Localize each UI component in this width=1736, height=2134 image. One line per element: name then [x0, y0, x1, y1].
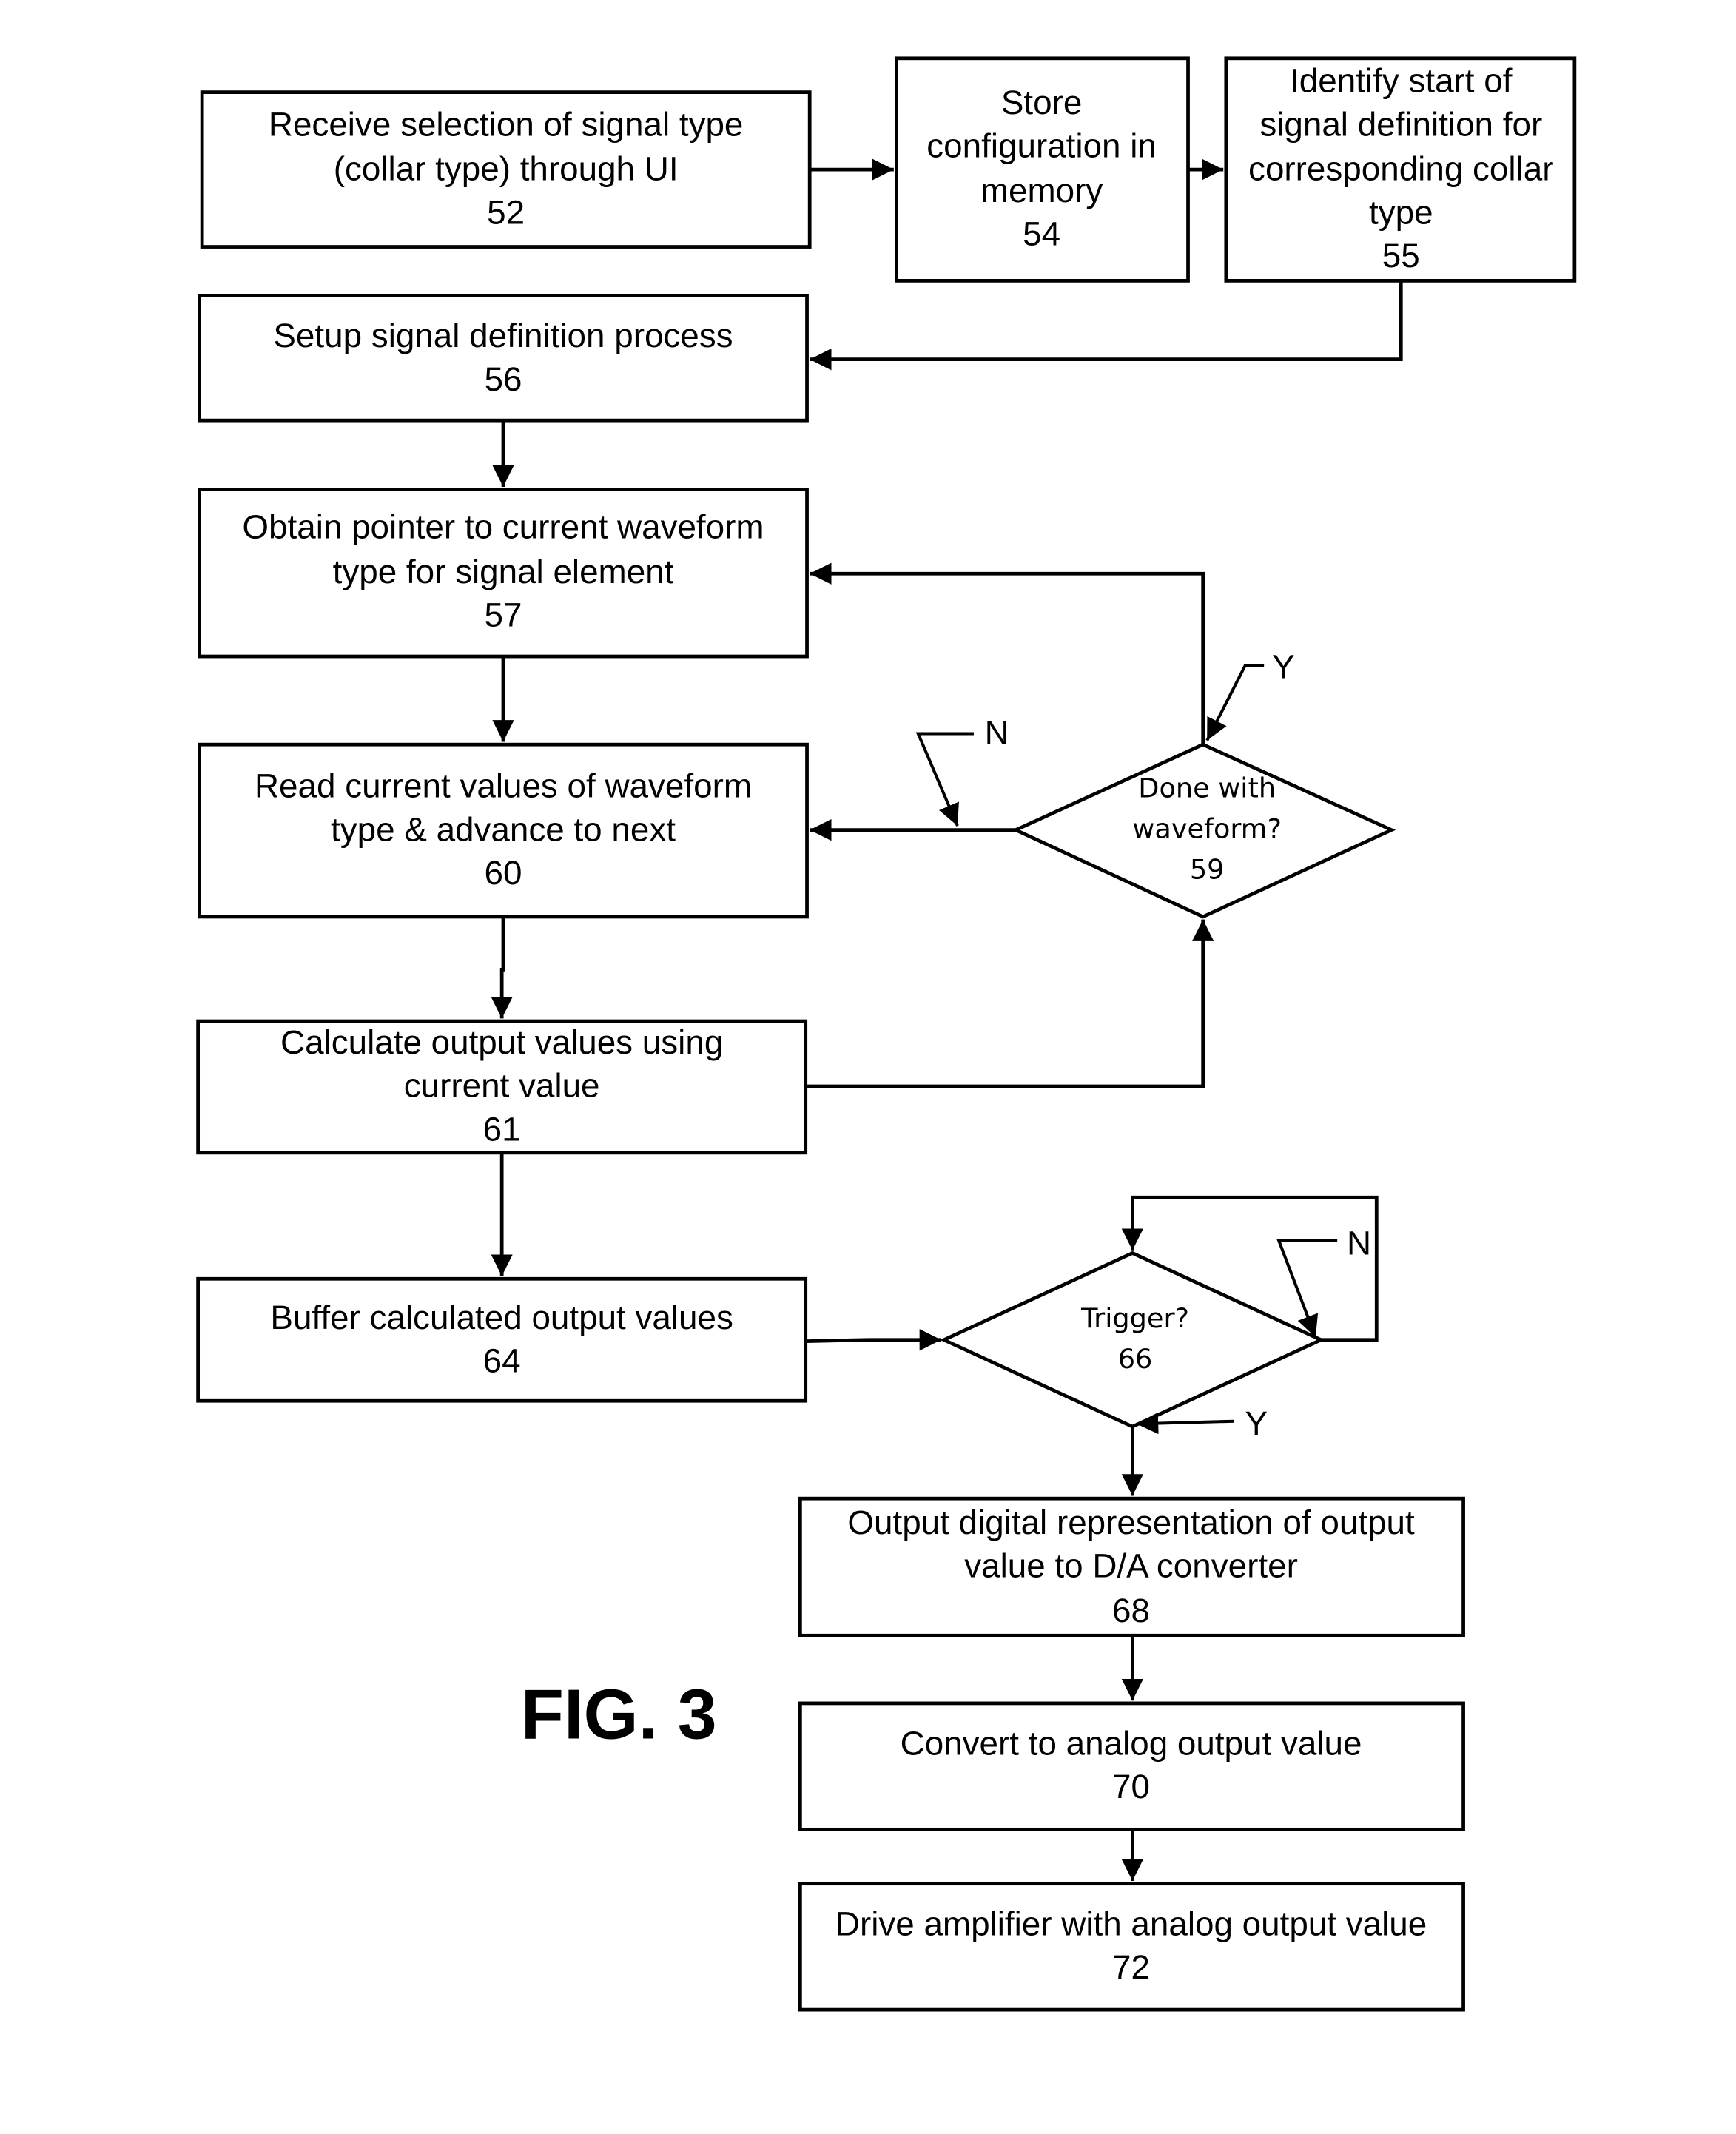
label-66-yes: Y: [1245, 1404, 1268, 1442]
label-66-no: N: [1347, 1224, 1371, 1262]
step-61-ref: 61: [483, 1110, 521, 1148]
decision-66-trigger: Trigger? 66: [939, 1251, 1325, 1429]
step-60-read-current-values: Read current values of waveform type & a…: [198, 742, 809, 919]
step-64-ref: 64: [483, 1342, 521, 1380]
step-56-ref: 56: [485, 360, 522, 398]
decision-66-ref: 66: [1118, 1343, 1153, 1375]
step-60-line-1: Read current values of waveform: [255, 767, 752, 805]
label-59-no: N: [985, 714, 1009, 752]
flowchart: Receive selection of signal type (collar…: [196, 56, 1577, 2012]
step-61-line-1: Calculate output values using: [280, 1023, 723, 1061]
decision-59-done-with-waveform: Done with waveform? 59: [1012, 742, 1396, 919]
decision-59-ref: 59: [1190, 854, 1225, 886]
figure-title: FIG. 3: [521, 1676, 717, 1754]
step-52-ref: 52: [487, 193, 525, 231]
step-55-line-2: signal definition for: [1259, 105, 1542, 143]
leader-59-yes: [1205, 664, 1265, 741]
step-70-convert-analog: Convert to analog output value 70: [798, 1701, 1465, 1831]
step-55-ref: 55: [1382, 237, 1420, 275]
step-54-ref: 54: [1023, 215, 1060, 253]
step-55-line-1: Identify start of: [1290, 62, 1513, 100]
step-64-buffer-output: Buffer calculated output values 64: [196, 1276, 808, 1403]
decision-59-line-1: Done with: [1138, 773, 1276, 804]
step-52-receive-selection: Receive selection of signal type (collar…: [200, 90, 812, 249]
step-64-line-1: Buffer calculated output values: [270, 1299, 733, 1336]
step-57-ref: 57: [485, 596, 522, 634]
step-57-line-2: type for signal element: [333, 553, 674, 590]
arrow-64-to-66: [805, 1329, 941, 1351]
step-72-line-1: Drive amplifier with analog output value: [835, 1905, 1427, 1942]
step-52-line-1: Receive selection of signal type: [269, 105, 744, 143]
arrow-61-to-59: [805, 919, 1214, 1088]
arrow-60-to-61: [491, 916, 513, 1019]
step-61-calculate-output: Calculate output values using current va…: [196, 1019, 808, 1155]
step-54-line-2: configuration in: [926, 127, 1157, 165]
leader-66-yes: [1136, 1412, 1234, 1435]
arrow-55-to-56: [810, 280, 1403, 371]
step-70-line-1: Convert to analog output value: [901, 1725, 1362, 1763]
leader-59-no: [915, 732, 974, 827]
step-52-line-2: (collar type) through UI: [334, 150, 679, 188]
step-68-line-1: Output digital representation of output: [847, 1504, 1415, 1541]
step-68-line-2: value to D/A converter: [964, 1546, 1298, 1584]
step-60-line-2: type & advance to next: [331, 810, 676, 848]
step-70-ref: 70: [1112, 1768, 1150, 1805]
step-55-line-3: corresponding collar: [1248, 150, 1553, 188]
step-56-setup-signal: Setup signal definition process 56: [198, 294, 809, 423]
step-72-drive-amplifier: Drive amplifier with analog output value…: [798, 1882, 1465, 2012]
step-68-output-digital: Output digital representation of output …: [798, 1496, 1465, 1637]
step-54-store-configuration: Store configuration in memory 54: [895, 56, 1190, 283]
step-54-line-3: memory: [980, 172, 1103, 209]
step-60-ref: 60: [485, 854, 522, 892]
step-57-obtain-pointer: Obtain pointer to current waveform type …: [198, 488, 809, 659]
decision-66-line-1: Trigger?: [1080, 1302, 1189, 1334]
step-54-line-1: Store: [1001, 84, 1082, 121]
decision-59-line-2: waveform?: [1132, 813, 1282, 845]
step-61-line-2: current value: [404, 1067, 600, 1105]
step-55-line-4: type: [1369, 193, 1433, 231]
step-55-identify-start: Identify start of signal definition for …: [1224, 56, 1577, 283]
step-56-line-1: Setup signal definition process: [273, 317, 733, 354]
step-57-line-1: Obtain pointer to current waveform: [242, 508, 764, 546]
label-59-yes: Y: [1272, 647, 1295, 685]
step-68-ref: 68: [1112, 1592, 1150, 1629]
step-72-ref: 72: [1112, 1948, 1150, 1986]
